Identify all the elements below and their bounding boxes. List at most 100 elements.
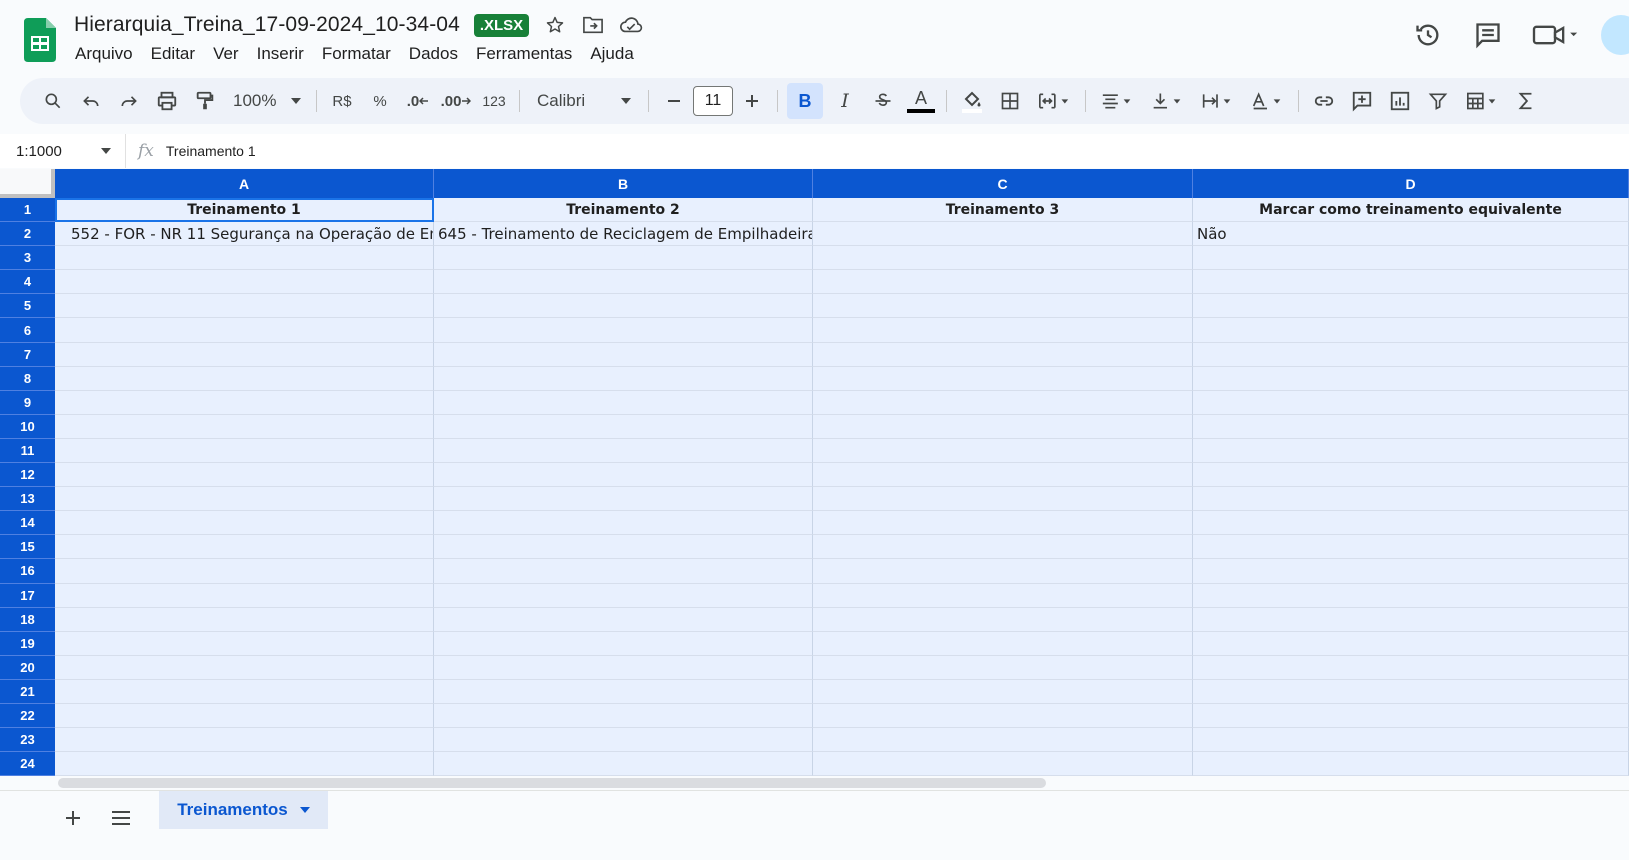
cell[interactable] (55, 511, 434, 536)
cell[interactable] (813, 752, 1193, 776)
row-header[interactable]: 22 (0, 703, 55, 729)
row-header[interactable]: 14 (0, 511, 55, 536)
more-formats-button[interactable]: 123 (478, 85, 510, 117)
cell[interactable] (813, 414, 1193, 439)
cell[interactable] (434, 438, 813, 464)
cell[interactable] (1193, 487, 1629, 512)
cell[interactable] (55, 679, 434, 704)
text-color-button[interactable]: A (905, 85, 937, 117)
cell[interactable] (55, 246, 434, 271)
cell[interactable] (55, 728, 434, 753)
menu-editar[interactable]: Editar (142, 42, 204, 66)
cell[interactable] (55, 583, 434, 608)
sheets-logo-icon[interactable] (24, 18, 56, 62)
move-folder-icon[interactable] (581, 13, 605, 37)
cloud-saved-icon[interactable] (619, 13, 643, 37)
insert-link-icon[interactable] (1308, 85, 1340, 117)
text-wrapping-icon[interactable] (1195, 85, 1239, 117)
cell[interactable] (1193, 655, 1629, 680)
row-header[interactable]: 12 (0, 463, 55, 488)
cell[interactable] (434, 679, 813, 704)
menu-dados[interactable]: Dados (400, 42, 467, 66)
formula-input[interactable]: Treinamento 1 (166, 143, 256, 159)
comments-icon[interactable] (1467, 14, 1509, 56)
row-header[interactable]: 16 (0, 559, 55, 584)
menu-arquivo[interactable]: Arquivo (66, 42, 142, 66)
row-header[interactable]: 10 (0, 414, 55, 439)
menu-ajuda[interactable]: Ajuda (581, 42, 642, 66)
row-header[interactable]: 21 (0, 679, 55, 704)
decrease-decimal-button[interactable]: .0 (402, 85, 434, 117)
cell[interactable] (434, 728, 813, 753)
cell[interactable] (434, 583, 813, 608)
all-sheets-icon[interactable] (106, 803, 136, 833)
cell[interactable] (55, 631, 434, 656)
row-header[interactable]: 20 (0, 655, 55, 680)
scrollbar-thumb[interactable] (58, 778, 1046, 788)
cell[interactable] (434, 559, 813, 584)
name-box[interactable]: 1:1000 (0, 134, 126, 168)
bold-button[interactable]: B (787, 83, 823, 119)
cell[interactable] (813, 487, 1193, 512)
cell[interactable] (55, 318, 434, 343)
row-header[interactable]: 17 (0, 583, 55, 608)
search-icon[interactable] (37, 85, 69, 117)
cell[interactable] (55, 414, 434, 439)
row-header[interactable]: 9 (0, 390, 55, 415)
row-header[interactable]: 3 (0, 246, 55, 271)
merge-cells-icon[interactable] (1032, 85, 1076, 117)
row-header[interactable]: 2 (0, 222, 55, 247)
cell[interactable] (1193, 342, 1629, 367)
cell[interactable] (434, 607, 813, 632)
cell[interactable] (55, 655, 434, 680)
borders-icon[interactable] (994, 85, 1026, 117)
cell[interactable] (813, 607, 1193, 632)
cell[interactable] (55, 607, 434, 632)
cell[interactable]: 552 - FOR - NR 11 Segurança na Operação … (55, 222, 434, 247)
cell[interactable] (55, 463, 434, 488)
cell[interactable]: Treinamento 1 (55, 198, 434, 223)
row-header[interactable]: 11 (0, 438, 55, 464)
menu-ver[interactable]: Ver (204, 42, 248, 66)
cell[interactable] (55, 752, 434, 776)
cell[interactable] (1193, 559, 1629, 584)
cell[interactable] (55, 366, 434, 391)
cell[interactable] (813, 270, 1193, 295)
star-icon[interactable] (543, 13, 567, 37)
cell[interactable] (813, 366, 1193, 391)
version-history-icon[interactable] (1407, 14, 1449, 56)
column-header-b[interactable]: B (434, 169, 813, 198)
row-header[interactable]: 15 (0, 535, 55, 560)
add-sheet-icon[interactable] (58, 803, 88, 833)
horizontal-scrollbar[interactable] (0, 776, 1629, 790)
row-header[interactable]: 24 (0, 752, 55, 776)
font-family-select[interactable]: Calibri (529, 85, 639, 117)
cell[interactable] (1193, 535, 1629, 560)
cell[interactable] (55, 559, 434, 584)
horizontal-align-icon[interactable] (1095, 85, 1139, 117)
row-header[interactable]: 18 (0, 607, 55, 632)
fill-color-icon[interactable] (956, 85, 988, 117)
cell[interactable] (434, 294, 813, 319)
row-header[interactable]: 13 (0, 487, 55, 512)
cell[interactable] (1193, 463, 1629, 488)
column-header-a[interactable]: A (55, 169, 434, 198)
row-header[interactable]: 19 (0, 631, 55, 656)
insert-comment-icon[interactable] (1346, 85, 1378, 117)
cell[interactable] (1193, 679, 1629, 704)
text-rotation-icon[interactable] (1245, 85, 1289, 117)
font-size-input[interactable]: 11 (693, 86, 733, 116)
cell[interactable]: Não (1193, 222, 1629, 247)
menu-ferramentas[interactable]: Ferramentas (467, 42, 581, 66)
currency-format-button[interactable]: R$ (326, 85, 358, 117)
cell[interactable] (55, 294, 434, 319)
cell[interactable] (434, 487, 813, 512)
cell[interactable] (1193, 703, 1629, 729)
cell[interactable] (1193, 752, 1629, 776)
cell[interactable] (55, 535, 434, 560)
cell[interactable] (813, 583, 1193, 608)
filter-views-icon[interactable] (1460, 85, 1504, 117)
cell[interactable] (1193, 294, 1629, 319)
cell[interactable] (1193, 631, 1629, 656)
cell[interactable] (813, 703, 1193, 729)
